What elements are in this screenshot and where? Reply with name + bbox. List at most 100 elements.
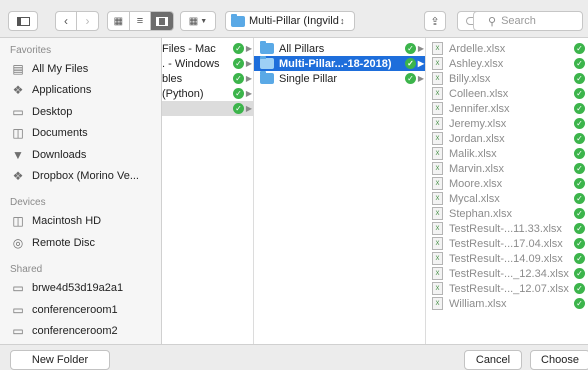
browser-column-2[interactable]: All Pillars ✓ ▶ Multi-Pillar...-18-2018)… bbox=[254, 38, 426, 344]
list-item[interactable]: . - Windows ✓ ▶ bbox=[162, 56, 253, 71]
sidebar-item-label: Dropbox (Morino Ve... bbox=[32, 170, 139, 182]
list-item-selected[interactable]: ✓ ▶ bbox=[162, 101, 253, 116]
path-popup[interactable]: Multi-Pillar (Ingvild Test… ↕ bbox=[225, 11, 355, 31]
file-row[interactable]: X Moore.xlsx ✓ bbox=[426, 176, 588, 191]
sync-check-icon: ✓ bbox=[574, 133, 585, 144]
icon-view-button[interactable]: ▦ bbox=[108, 12, 130, 30]
file-row[interactable]: X Ardelle.xlsx ✓ bbox=[426, 41, 588, 56]
sync-check-icon: ✓ bbox=[233, 58, 244, 69]
sidebar-item-macintosh-hd[interactable]: ◫ Macintosh HD bbox=[10, 212, 160, 230]
sync-check-icon: ✓ bbox=[574, 103, 585, 114]
file-row[interactable]: X William.xlsx ✓ bbox=[426, 296, 588, 311]
grid-icon: ▦ bbox=[113, 15, 124, 27]
columns-icon bbox=[156, 16, 169, 26]
sync-check-icon: ✓ bbox=[574, 208, 585, 219]
sync-check-icon: ✓ bbox=[574, 223, 585, 234]
file-label: Jordan.xlsx bbox=[449, 132, 505, 145]
spreadsheet-file-icon: X bbox=[432, 177, 443, 190]
sync-check-icon: ✓ bbox=[574, 268, 585, 279]
back-button[interactable]: ‹ bbox=[56, 12, 78, 30]
forward-button[interactable]: › bbox=[77, 12, 98, 30]
spreadsheet-file-icon: X bbox=[432, 297, 443, 310]
file-row[interactable]: X TestResult-...11.33.xlsx ✓ bbox=[426, 221, 588, 236]
sync-check-icon: ✓ bbox=[574, 73, 585, 84]
list-icon: ≡ bbox=[136, 15, 144, 27]
item-label: bles bbox=[162, 72, 183, 85]
file-row[interactable]: X Jeremy.xlsx ✓ bbox=[426, 116, 588, 131]
arrange-button[interactable]: ▦ ▼ bbox=[180, 11, 216, 31]
folder-row-all-pillars[interactable]: All Pillars ✓ ▶ bbox=[254, 41, 425, 56]
sync-check-icon: ✓ bbox=[233, 73, 244, 84]
item-label: Single Pillar bbox=[279, 72, 338, 85]
spreadsheet-file-icon: X bbox=[432, 117, 443, 130]
desktop-icon: ▭ bbox=[12, 105, 24, 119]
sidebar-item-dropbox[interactable]: ❖ Dropbox (Morino Ve... bbox=[10, 167, 160, 185]
disclosure-arrow-icon: ▶ bbox=[417, 59, 425, 68]
sidebar-item-label: Desktop bbox=[32, 106, 73, 118]
choose-button[interactable]: Choose bbox=[530, 350, 588, 370]
sidebar-item-applications[interactable]: ❖ Applications bbox=[10, 81, 160, 99]
file-row[interactable]: X Jennifer.xlsx ✓ bbox=[426, 101, 588, 116]
back-forward-control: ‹ › bbox=[55, 11, 99, 31]
file-row[interactable]: X TestResult-..._12.07.xlsx ✓ bbox=[426, 281, 588, 296]
sidebar-item-conferenceroom2[interactable]: ▭ conferenceroom2 bbox=[10, 322, 160, 340]
file-row[interactable]: X Stephan.xlsx ✓ bbox=[426, 206, 588, 221]
column-view-button[interactable] bbox=[151, 12, 173, 30]
spreadsheet-file-icon: X bbox=[432, 102, 443, 115]
file-row[interactable]: X Ashley.xlsx ✓ bbox=[426, 56, 588, 71]
folder-row-single-pillar[interactable]: Single Pillar ✓ ▶ bbox=[254, 71, 425, 86]
browser-column-1[interactable]: Files - Mac ✓ ▶ . - Windows ✓ ▶ bles ✓ ▶… bbox=[162, 38, 254, 344]
sync-check-icon: ✓ bbox=[405, 43, 416, 54]
spreadsheet-file-icon: X bbox=[432, 147, 443, 160]
sidebar-item-label: conferenceroom2 bbox=[32, 325, 118, 337]
item-label: (Python) bbox=[162, 87, 204, 100]
file-label: Stephan.xlsx bbox=[449, 207, 512, 220]
file-label: Colleen.xlsx bbox=[449, 87, 509, 100]
sidebar-item-label: Downloads bbox=[32, 149, 87, 161]
search-field[interactable]: ⚲ Search bbox=[473, 11, 583, 31]
file-row[interactable]: X Marvin.xlsx ✓ bbox=[426, 161, 588, 176]
sync-check-icon: ✓ bbox=[574, 148, 585, 159]
file-row[interactable]: X Colleen.xlsx ✓ bbox=[426, 86, 588, 101]
search-placeholder: Search bbox=[501, 15, 536, 27]
list-item[interactable]: (Python) ✓ ▶ bbox=[162, 86, 253, 101]
list-item[interactable]: Files - Mac ✓ ▶ bbox=[162, 41, 253, 56]
share-button[interactable]: ⇪ bbox=[424, 11, 446, 31]
sidebar-item-downloads[interactable]: ▼ Downloads bbox=[10, 146, 160, 164]
sidebar-item-desktop[interactable]: ▭ Desktop bbox=[10, 103, 160, 121]
sidebar-item-conferenceroom1[interactable]: ▭ conferenceroom1 bbox=[10, 301, 160, 319]
folder-row-multi-pillar[interactable]: Multi-Pillar...-18-2018) ✓ ▶ bbox=[254, 56, 425, 71]
file-row[interactable]: X Jordan.xlsx ✓ bbox=[426, 131, 588, 146]
file-label: Ardelle.xlsx bbox=[449, 42, 506, 55]
bottom-bar: New Folder Cancel Choose bbox=[0, 344, 588, 370]
list-view-button[interactable]: ≡ bbox=[130, 12, 152, 30]
file-label: TestResult-...11.33.xlsx bbox=[449, 222, 562, 235]
file-row[interactable]: X TestResult-..._12.34.xlsx ✓ bbox=[426, 266, 588, 281]
file-label: Malik.xlsx bbox=[449, 147, 497, 160]
file-label: Mycal.xlsx bbox=[449, 192, 500, 205]
disc-icon: ◎ bbox=[12, 236, 24, 250]
file-row[interactable]: X TestResult-...14.09.xlsx ✓ bbox=[426, 251, 588, 266]
sidebar-item-all-my-files[interactable]: ▤ All My Files bbox=[10, 60, 160, 78]
sidebar-item-label: Applications bbox=[32, 84, 92, 96]
disclosure-arrow-icon: ▶ bbox=[245, 74, 253, 83]
cancel-button[interactable]: Cancel bbox=[464, 350, 522, 370]
sidebar-item-remote-disc[interactable]: ◎ Remote Disc bbox=[10, 234, 160, 252]
file-row[interactable]: X Billy.xlsx ✓ bbox=[426, 71, 588, 86]
file-label: TestResult-..._12.34.xlsx bbox=[449, 267, 569, 280]
sidebar-item-documents[interactable]: ◫ Documents bbox=[10, 124, 160, 142]
new-folder-button[interactable]: New Folder bbox=[10, 350, 110, 370]
file-row[interactable]: X Malik.xlsx ✓ bbox=[426, 146, 588, 161]
sidebar-item-label: Macintosh HD bbox=[32, 215, 102, 227]
spreadsheet-file-icon: X bbox=[432, 282, 443, 295]
sidebar-toggle-button[interactable] bbox=[8, 11, 38, 31]
file-row[interactable]: X Mycal.xlsx ✓ bbox=[426, 191, 588, 206]
file-row[interactable]: X TestResult-...17.04.xlsx ✓ bbox=[426, 236, 588, 251]
item-label: Multi-Pillar...-18-2018) bbox=[279, 57, 392, 70]
spreadsheet-file-icon: X bbox=[432, 87, 443, 100]
sync-check-icon: ✓ bbox=[574, 43, 585, 54]
list-item[interactable]: bles ✓ ▶ bbox=[162, 71, 253, 86]
hard-disk-icon: ◫ bbox=[12, 214, 24, 228]
sidebar-item-brwe4d53d19a2a1[interactable]: ▭ brwe4d53d19a2a1 bbox=[10, 279, 160, 297]
browser-column-3[interactable]: X Ardelle.xlsx ✓ X Ashley.xlsx ✓ X Billy.xlsx ✓ X… bbox=[426, 38, 588, 344]
